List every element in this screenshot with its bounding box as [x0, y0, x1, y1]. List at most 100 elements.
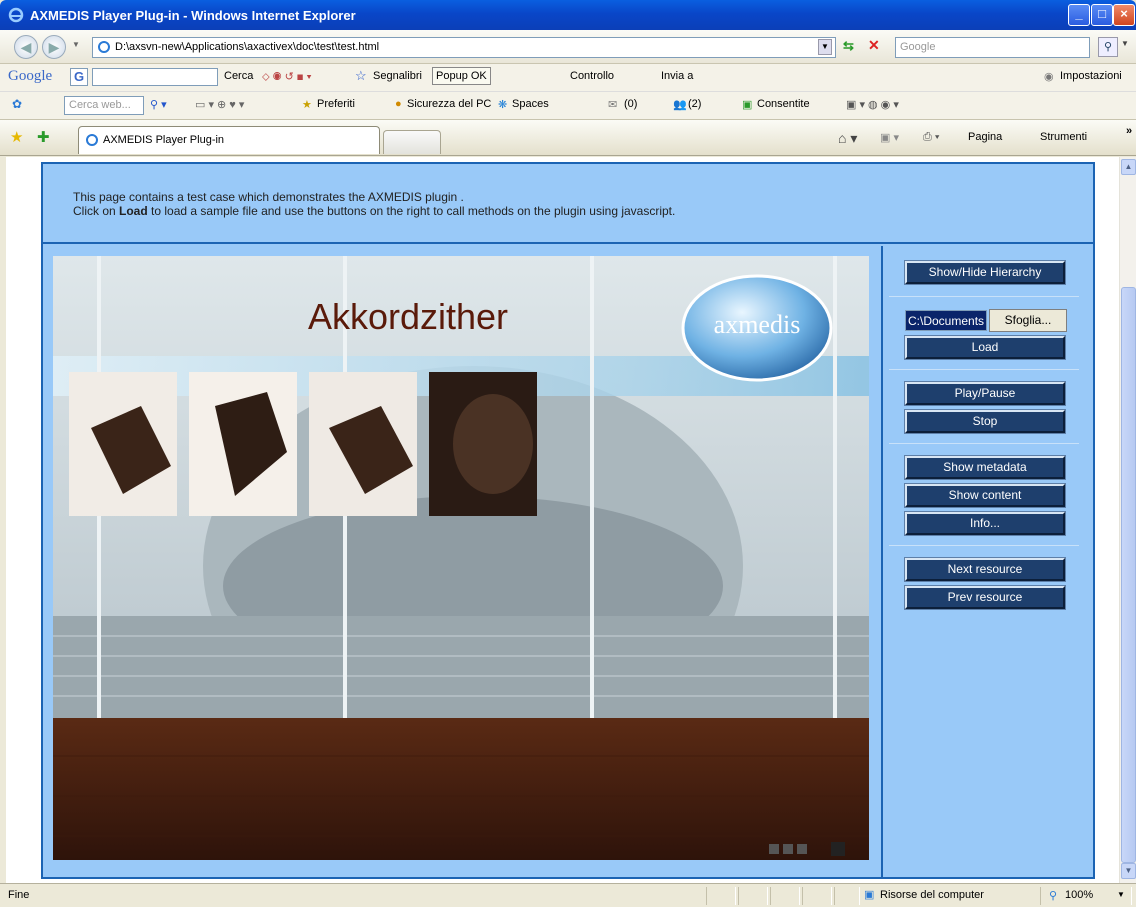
- info-button[interactable]: Info...: [905, 512, 1065, 535]
- scroll-down-icon[interactable]: ▼: [1121, 863, 1136, 879]
- address-url: D:\axsvn-new\Applications\axactivex\doc\…: [115, 41, 380, 53]
- play-pause-button[interactable]: Play/Pause: [905, 382, 1065, 405]
- mail-count[interactable]: (0): [624, 98, 637, 110]
- scroll-up-icon[interactable]: ▲: [1121, 159, 1136, 175]
- popup-button[interactable]: Popup OK: [432, 67, 491, 85]
- msn-search-icon[interactable]: ⚲ ▾: [150, 98, 167, 111]
- show-hide-hierarchy-button[interactable]: Show/Hide Hierarchy: [905, 261, 1065, 284]
- add-favorite-icon[interactable]: ✚: [37, 128, 50, 146]
- load-button[interactable]: Load: [905, 336, 1065, 359]
- status-bar: Fine ▣ Risorse del computer ⚲ 100% ▼: [0, 883, 1136, 907]
- spellcheck-button[interactable]: Controllo: [570, 70, 614, 82]
- load-emphasis: Load: [119, 204, 148, 218]
- address-field[interactable]: D:\axsvn-new\Applications\axactivex\doc\…: [92, 37, 836, 58]
- spaces-menu[interactable]: Spaces: [512, 98, 549, 110]
- contacts-count[interactable]: (2): [688, 98, 701, 110]
- send-to-menu[interactable]: Invia a: [661, 70, 693, 82]
- zoom-dropdown-icon[interactable]: ▼: [1117, 890, 1125, 899]
- security-menu[interactable]: Sicurezza del PC: [407, 98, 491, 110]
- page-menu[interactable]: Pagina: [968, 131, 1002, 143]
- search-options-icon[interactable]: ▼: [1121, 39, 1129, 48]
- thumbnail-4[interactable]: [429, 372, 537, 516]
- tab-label: AXMEDIS Player Plug-in: [103, 134, 225, 146]
- ie-icon: [8, 7, 24, 23]
- msn-icon[interactable]: ✿: [12, 97, 22, 111]
- tools-menu[interactable]: Strumenti: [1040, 131, 1087, 143]
- google-search-input[interactable]: [92, 68, 218, 86]
- history-dropdown-icon[interactable]: ▼: [72, 40, 80, 49]
- refresh-icon[interactable]: ⇆: [843, 38, 854, 54]
- player-title: Akkordzither: [307, 296, 509, 337]
- zoom-icon: ⚲: [1049, 890, 1058, 902]
- player-scene: [53, 256, 869, 860]
- status-text: Fine: [8, 889, 30, 901]
- settings-menu[interactable]: Impostazioni: [1060, 70, 1122, 82]
- tab-axmedis[interactable]: AXMEDIS Player Plug-in: [78, 126, 380, 154]
- popup-blocker-icon: ▣: [742, 99, 753, 111]
- thumbnail-1[interactable]: [69, 372, 177, 516]
- search-icon[interactable]: ⚲: [1098, 37, 1118, 57]
- status-pane: [706, 887, 736, 905]
- mail-icon: ✉: [608, 99, 618, 111]
- intro-line-1: This page contains a test case which dem…: [73, 190, 464, 204]
- security-zone: Risorse del computer: [880, 889, 984, 901]
- zoom-level: 100%: [1065, 889, 1094, 901]
- thumbnail-2[interactable]: [189, 372, 297, 516]
- show-metadata-button[interactable]: Show metadata: [905, 456, 1065, 479]
- google-search-button[interactable]: Cerca: [224, 70, 253, 82]
- address-dropdown-icon[interactable]: ▼: [818, 39, 832, 55]
- vertical-scrollbar[interactable]: ▲ ▼: [1119, 157, 1136, 883]
- feeds-icon[interactable]: ▣ ▾: [880, 131, 899, 144]
- thumbnail-3[interactable]: [309, 372, 417, 516]
- tabs-bar: ★ ✚ AXMEDIS Player Plug-in ⌂ ▾ ▣ ▾ ⎙ ▾ P…: [0, 120, 1136, 156]
- axmedis-player[interactable]: Akkordzither axmedis: [53, 256, 869, 860]
- status-pane: [770, 887, 800, 905]
- google-g-menu[interactable]: G: [70, 68, 88, 86]
- divider: [889, 296, 1079, 297]
- maximize-button[interactable]: □: [1091, 4, 1113, 26]
- search-input[interactable]: Google: [895, 37, 1090, 58]
- zoom-pane[interactable]: ⚲ 100% ▼: [1040, 887, 1132, 905]
- prev-resource-button[interactable]: Prev resource: [905, 586, 1065, 609]
- scroll-thumb[interactable]: [1121, 287, 1136, 863]
- next-resource-button[interactable]: Next resource: [905, 558, 1065, 581]
- msn-extra-icons[interactable]: ▣ ▾ ◍ ◉ ▾: [846, 98, 899, 111]
- status-pane: [802, 887, 832, 905]
- google-toolbar: Google G Cerca ⬦ ◉ ↺ ◼ ▾ ☆ Segnalibri Po…: [0, 64, 1136, 92]
- bookmarks-menu[interactable]: Segnalibri: [373, 70, 422, 82]
- google-toolbar-icons[interactable]: ⬦ ◉ ↺ ◼ ▾: [262, 70, 312, 84]
- contacts-icon: 👥: [673, 99, 687, 111]
- allowed-menu[interactable]: Consentite: [757, 98, 810, 110]
- test-frame: This page contains a test case which dem…: [41, 162, 1095, 879]
- intro-panel: This page contains a test case which dem…: [43, 164, 1093, 244]
- close-button[interactable]: ×: [1113, 4, 1135, 26]
- show-content-button[interactable]: Show content: [905, 484, 1065, 507]
- spaces-icon: ❋: [498, 99, 508, 111]
- home-icon[interactable]: ⌂ ▾: [838, 130, 857, 147]
- window-titlebar[interactable]: AXMEDIS Player Plug-in - Windows Interne…: [0, 0, 1136, 30]
- google-logo[interactable]: Google: [8, 68, 52, 85]
- favorites-star-icon: ★: [302, 99, 312, 111]
- favorites-center-icon[interactable]: ★: [10, 128, 23, 146]
- star-icon[interactable]: ☆: [355, 68, 367, 84]
- msn-tools-icons[interactable]: ▭ ▾ ⊕ ♥ ▾: [195, 98, 244, 111]
- forward-button[interactable]: ▶: [42, 35, 66, 59]
- chevron-right-icon[interactable]: »: [1126, 125, 1132, 137]
- tab-ie-icon: [86, 134, 98, 146]
- sidebar-divider: [881, 246, 883, 879]
- file-path-input[interactable]: C:\Documents: [905, 310, 987, 331]
- axmedis-logo-text: axmedis: [713, 310, 801, 339]
- back-button[interactable]: ◀: [14, 35, 38, 59]
- stop-icon[interactable]: ✕: [868, 37, 880, 54]
- settings-icon[interactable]: ◉: [1044, 70, 1054, 83]
- minimize-button[interactable]: _: [1068, 4, 1090, 26]
- stop-button[interactable]: Stop: [905, 410, 1065, 433]
- print-icon[interactable]: ⎙ ▾: [923, 131, 939, 144]
- msn-search-input[interactable]: Cerca web...: [64, 96, 144, 115]
- msn-toolbar: ✿ Cerca web... ⚲ ▾ ▭ ▾ ⊕ ♥ ▾ ★ Preferiti…: [0, 92, 1136, 120]
- browse-button[interactable]: Sfoglia...: [989, 309, 1067, 332]
- favorites-menu[interactable]: Preferiti: [317, 98, 355, 110]
- new-tab-button[interactable]: [383, 130, 441, 154]
- status-pane: [738, 887, 768, 905]
- computer-icon: ▣: [864, 889, 875, 901]
